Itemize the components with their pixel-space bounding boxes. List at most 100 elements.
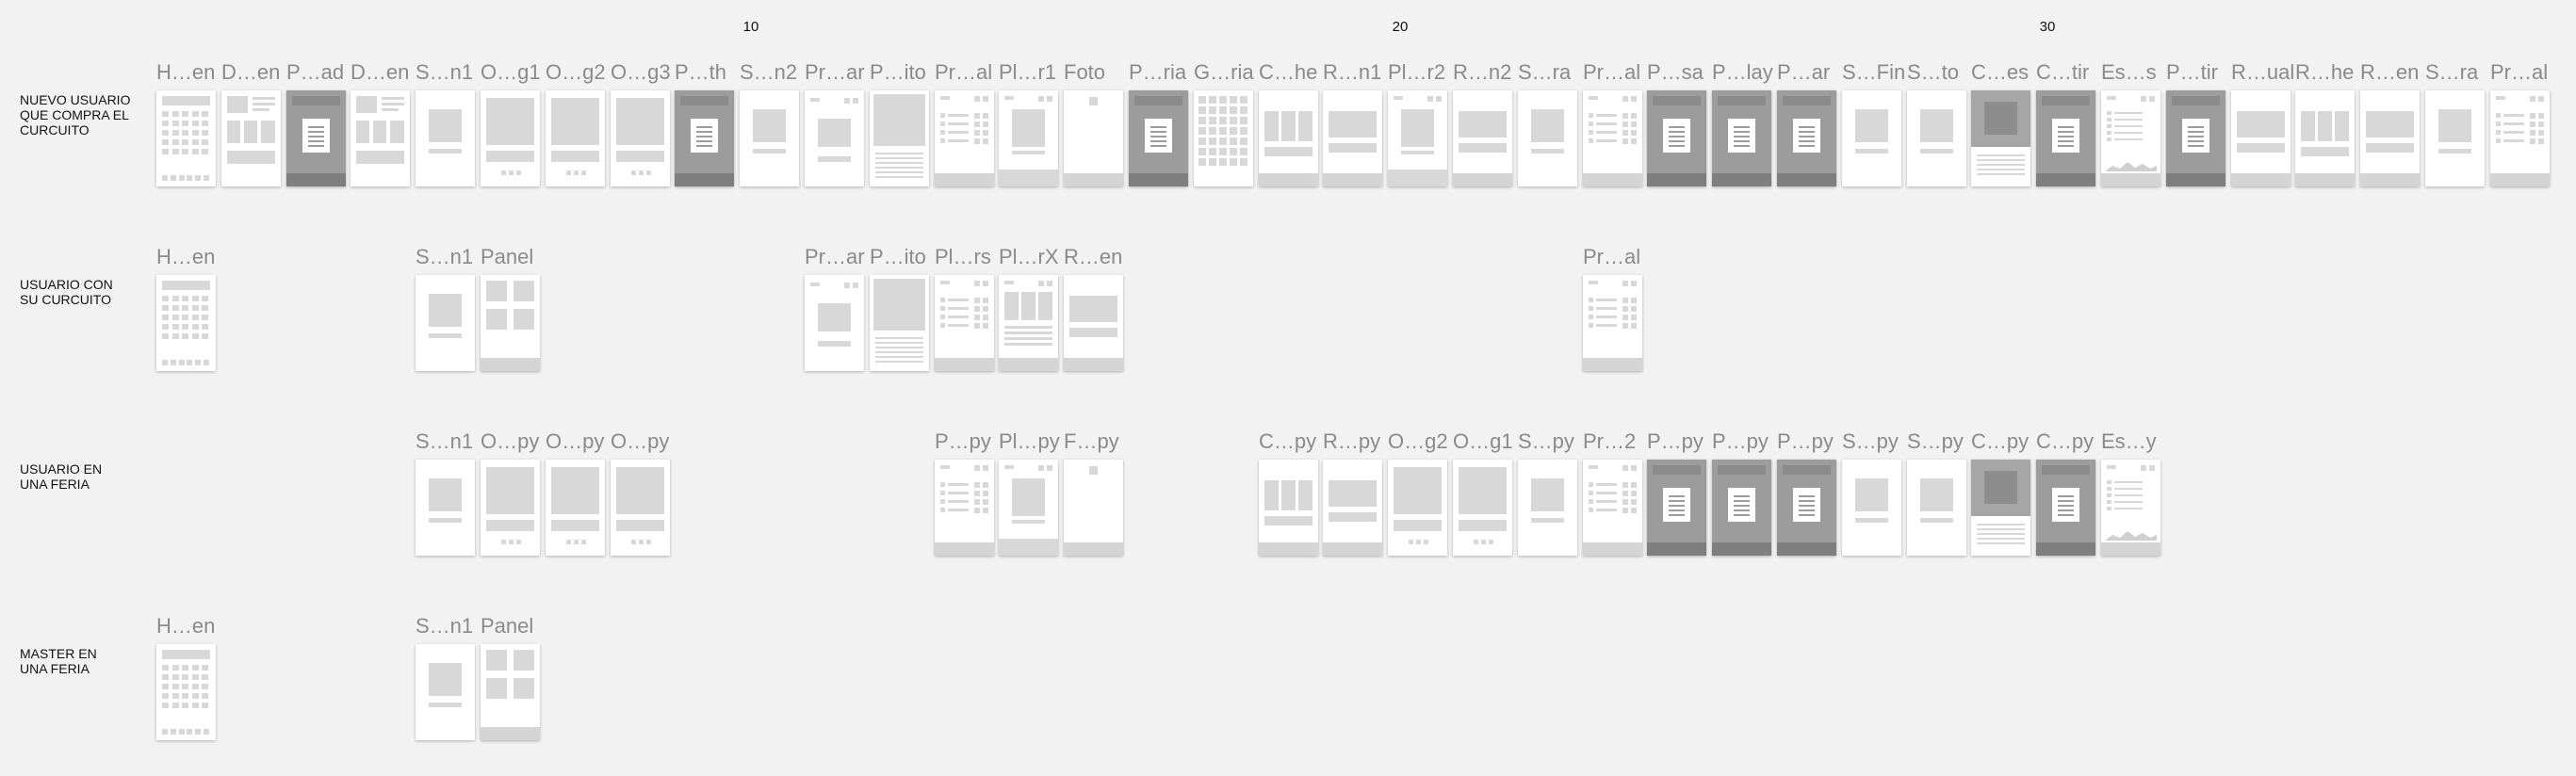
screen-thumbnail[interactable]: [999, 275, 1058, 371]
screen-thumbnail[interactable]: [1259, 460, 1318, 556]
screen-thumbnail[interactable]: [546, 90, 605, 186]
wireframe-block: [191, 703, 199, 708]
screen-thumbnail[interactable]: [935, 90, 994, 186]
screen-thumbnail[interactable]: [1583, 90, 1642, 186]
screen-thumbnail[interactable]: [1712, 460, 1771, 556]
screen-thumbnail[interactable]: [805, 90, 864, 186]
screen-title: C…tir: [2036, 60, 2090, 84]
screen-thumbnail[interactable]: [2101, 460, 2160, 556]
wireframe-block: [1230, 96, 1237, 104]
screen-thumbnail[interactable]: [221, 90, 281, 186]
wireframe-block: [1329, 480, 1377, 507]
wireframe-block: [171, 333, 179, 339]
screen-thumbnail[interactable]: [351, 90, 410, 186]
screen-thumbnail[interactable]: [1064, 460, 1123, 556]
screen-thumbnail[interactable]: [1259, 90, 1318, 186]
screen-thumbnail[interactable]: [416, 90, 475, 186]
screen-thumbnail[interactable]: [2490, 90, 2550, 186]
screen-thumbnail[interactable]: [870, 275, 929, 371]
screen-thumbnail[interactable]: [1907, 90, 1966, 186]
wireframe-block: [1004, 465, 1014, 469]
screen-thumbnail[interactable]: [2295, 90, 2355, 186]
screen-thumbnail[interactable]: [740, 90, 799, 186]
screen-thumbnail[interactable]: [2166, 90, 2225, 186]
screen-thumbnail[interactable]: [1712, 90, 1771, 186]
screen-thumbnail[interactable]: [1583, 460, 1642, 556]
wireframe-block: [202, 703, 208, 708]
screen-thumbnail[interactable]: [2036, 460, 2095, 556]
screen-thumbnail[interactable]: [611, 460, 670, 556]
screen-thumbnail[interactable]: [1971, 90, 2030, 186]
screen-thumbnail[interactable]: [2425, 90, 2485, 186]
screen-thumbnail[interactable]: [286, 90, 346, 186]
wireframe-block: [170, 175, 176, 181]
screen-thumbnail[interactable]: [870, 90, 929, 186]
wireframe-block: [1855, 478, 1888, 511]
screen-thumbnail[interactable]: [805, 275, 864, 371]
screen-thumbnail[interactable]: [2036, 90, 2095, 186]
screen-thumbnail[interactable]: [481, 90, 540, 186]
screen-thumbnail[interactable]: [1583, 275, 1642, 371]
screen-thumbnail[interactable]: [1971, 460, 2030, 556]
tab-bar: [481, 727, 540, 740]
wireframe-block: [983, 491, 988, 496]
screen-thumbnail[interactable]: [1647, 460, 1706, 556]
screen-thumbnail[interactable]: [1518, 460, 1577, 556]
screen-thumbnail[interactable]: [675, 90, 734, 186]
wireframe-block: [1589, 482, 1593, 487]
screen-thumbnail[interactable]: [1388, 90, 1447, 186]
wireframe-block: [486, 467, 534, 514]
screen-thumbnail[interactable]: [1194, 90, 1253, 186]
screen-thumbnail[interactable]: [156, 644, 216, 740]
screen-thumbnail[interactable]: [416, 275, 475, 371]
screen-thumbnail[interactable]: [416, 644, 475, 740]
wireframe-block: [2141, 96, 2146, 102]
screen-thumbnail[interactable]: [156, 275, 216, 371]
screen-thumbnail[interactable]: [2101, 90, 2160, 186]
screen-thumbnail[interactable]: [1518, 90, 1577, 186]
screen-thumbnail[interactable]: [1777, 90, 1836, 186]
screen-thumbnail[interactable]: [1842, 90, 1901, 186]
screen-thumbnail[interactable]: [2360, 90, 2420, 186]
wireframe-block: [983, 113, 988, 119]
wireframe-block: [182, 305, 188, 311]
wireframe-block: [191, 684, 199, 689]
wireframe-block: [940, 315, 945, 319]
screen-thumbnail[interactable]: [416, 460, 475, 556]
screen-thumbnail[interactable]: [935, 460, 994, 556]
screen-thumbnail[interactable]: [999, 90, 1058, 186]
wireframe-block: [875, 162, 923, 164]
screen-title: C…py: [1259, 429, 1317, 453]
screen-thumbnail[interactable]: [1453, 460, 1512, 556]
screen-thumbnail[interactable]: [2231, 90, 2291, 186]
screen-thumbnail[interactable]: [1064, 275, 1123, 371]
screen-thumbnail[interactable]: [481, 644, 540, 740]
screen-thumbnail[interactable]: [611, 90, 670, 186]
screen-thumbnail[interactable]: [481, 275, 540, 371]
wireframe-block: [1394, 467, 1442, 514]
screen-thumbnail[interactable]: [1777, 460, 1836, 556]
screen-thumbnail[interactable]: [481, 460, 540, 556]
screen-thumbnail[interactable]: [1647, 90, 1706, 186]
screen-thumbnail[interactable]: [1388, 460, 1447, 556]
screen-title: Pr…al: [1583, 60, 1641, 84]
tab-bar: [935, 542, 994, 556]
screen-thumbnail[interactable]: [999, 460, 1058, 556]
wireframe-block: [1596, 114, 1617, 117]
wireframe-block: [516, 170, 521, 175]
screen-thumbnail[interactable]: [1453, 90, 1512, 186]
screen-thumbnail[interactable]: [1842, 460, 1901, 556]
wireframe-block: [2335, 111, 2349, 141]
wireframe-block: [1424, 540, 1428, 544]
wireframe-block: [948, 114, 969, 117]
screen-thumbnail[interactable]: [1907, 460, 1966, 556]
screen-thumbnail[interactable]: [1129, 90, 1188, 186]
screen-thumbnail[interactable]: [1323, 90, 1382, 186]
screen-thumbnail[interactable]: [546, 460, 605, 556]
wireframe-block: [202, 665, 208, 671]
screen-thumbnail[interactable]: [1064, 90, 1123, 186]
screen-thumbnail[interactable]: [935, 275, 994, 371]
screen-thumbnail[interactable]: [156, 90, 216, 186]
wireframe-block: [1230, 127, 1237, 135]
screen-thumbnail[interactable]: [1323, 460, 1382, 556]
